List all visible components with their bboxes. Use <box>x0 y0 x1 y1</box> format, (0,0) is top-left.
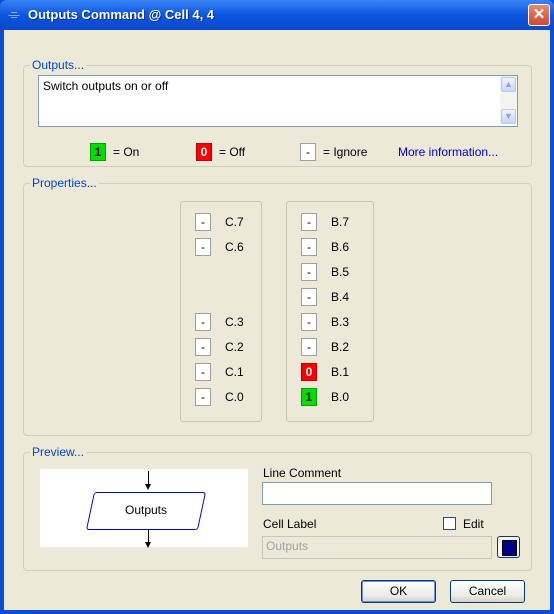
pin-label-c-3: C.3 <box>225 315 244 329</box>
pin-toggle-c-1[interactable]: - <box>195 363 211 381</box>
label-color-button[interactable] <box>497 536 520 558</box>
cancel-button[interactable]: Cancel <box>450 580 525 603</box>
description-scrollbar[interactable]: ▲ ▼ <box>500 76 517 124</box>
description-textarea[interactable]: Switch outputs on or off ▲ ▼ <box>38 75 518 127</box>
edit-label[interactable]: Edit <box>463 517 484 531</box>
chevron-up-icon: ▲ <box>504 79 513 89</box>
pin-label-b-4: B.4 <box>331 290 350 304</box>
flow-arrow-bottom <box>145 542 151 548</box>
line-comment-label: Line Comment <box>263 466 342 480</box>
outputs-group-title: Outputs... <box>30 58 87 72</box>
pin-label-c-6: C.6 <box>225 240 244 254</box>
port-c-panel <box>180 201 262 422</box>
more-information-link[interactable]: More information... <box>398 143 498 161</box>
pin-toggle-c-7[interactable]: - <box>195 213 211 231</box>
ok-button[interactable]: OK <box>361 580 436 603</box>
pin-label-b-3: B.3 <box>331 315 350 329</box>
close-button[interactable]: ✕ <box>528 4 550 26</box>
cell-label-input[interactable]: Outputs <box>262 536 492 559</box>
properties-group: Properties... <box>23 176 532 436</box>
edit-checkbox[interactable] <box>443 517 456 530</box>
pin-toggle-b-7[interactable]: - <box>301 213 317 231</box>
legend-on-label: = On <box>113 145 140 159</box>
chevron-down-icon: ▼ <box>504 111 513 121</box>
pin-toggle-c-6[interactable]: - <box>195 238 211 256</box>
pin-label-b-1: B.1 <box>331 365 350 379</box>
properties-group-title: Properties... <box>30 176 99 190</box>
scroll-down-button[interactable]: ▼ <box>501 109 516 124</box>
description-text: Switch outputs on or off <box>43 79 169 93</box>
pin-label-c-2: C.2 <box>225 340 244 354</box>
legend-off-label: = Off <box>219 145 246 159</box>
pin-toggle-b-2[interactable]: - <box>301 338 317 356</box>
flow-arrow-top <box>145 484 151 490</box>
pin-label-b-7: B.7 <box>331 215 350 229</box>
cell-label-value: Outputs <box>266 539 309 553</box>
pin-toggle-c-3[interactable]: - <box>195 313 211 331</box>
pin-label-b-5: B.5 <box>331 265 350 279</box>
line-comment-input[interactable] <box>262 482 492 505</box>
pin-label-c-7: C.7 <box>225 215 244 229</box>
pin-toggle-b-5[interactable]: - <box>301 263 317 281</box>
outputs-shape-label: Outputs <box>124 503 168 517</box>
flow-line-bottom <box>148 530 149 542</box>
label-color-swatch <box>502 540 517 556</box>
pin-toggle-b-6[interactable]: - <box>301 238 317 256</box>
pin-toggle-b-3[interactable]: - <box>301 313 317 331</box>
close-icon: ✕ <box>532 6 546 23</box>
window-title: Outputs Command @ Cell 4, 4 <box>28 7 215 22</box>
pin-label-b-0: B.0 <box>331 390 350 404</box>
command-icon: ⌯ <box>8 6 21 23</box>
pin-label-b-6: B.6 <box>331 240 350 254</box>
port-b-panel <box>286 201 374 422</box>
pin-label-c-0: C.0 <box>225 390 244 404</box>
preview-group-title: Preview... <box>30 445 87 459</box>
pin-toggle-b-4[interactable]: - <box>301 288 317 306</box>
legend-off-swatch: 0 <box>196 143 212 161</box>
flow-line-top <box>148 471 149 485</box>
pin-label-b-2: B.2 <box>331 340 350 354</box>
pin-toggle-c-0[interactable]: - <box>195 388 211 406</box>
pin-toggle-c-2[interactable]: - <box>195 338 211 356</box>
title-bar[interactable]: ⌯ Outputs Command @ Cell 4, 4 ✕ <box>0 0 554 30</box>
cell-label-label: Cell Label <box>263 517 317 531</box>
pin-toggle-b-0[interactable]: 1 <box>301 388 317 406</box>
legend-on-swatch: 1 <box>90 143 106 161</box>
legend-ignore-swatch: - <box>300 143 316 161</box>
legend-ignore-label: = Ignore <box>323 145 368 159</box>
scroll-up-button[interactable]: ▲ <box>501 77 516 92</box>
pin-toggle-b-1[interactable]: 0 <box>301 363 317 381</box>
pin-label-c-1: C.1 <box>225 365 244 379</box>
